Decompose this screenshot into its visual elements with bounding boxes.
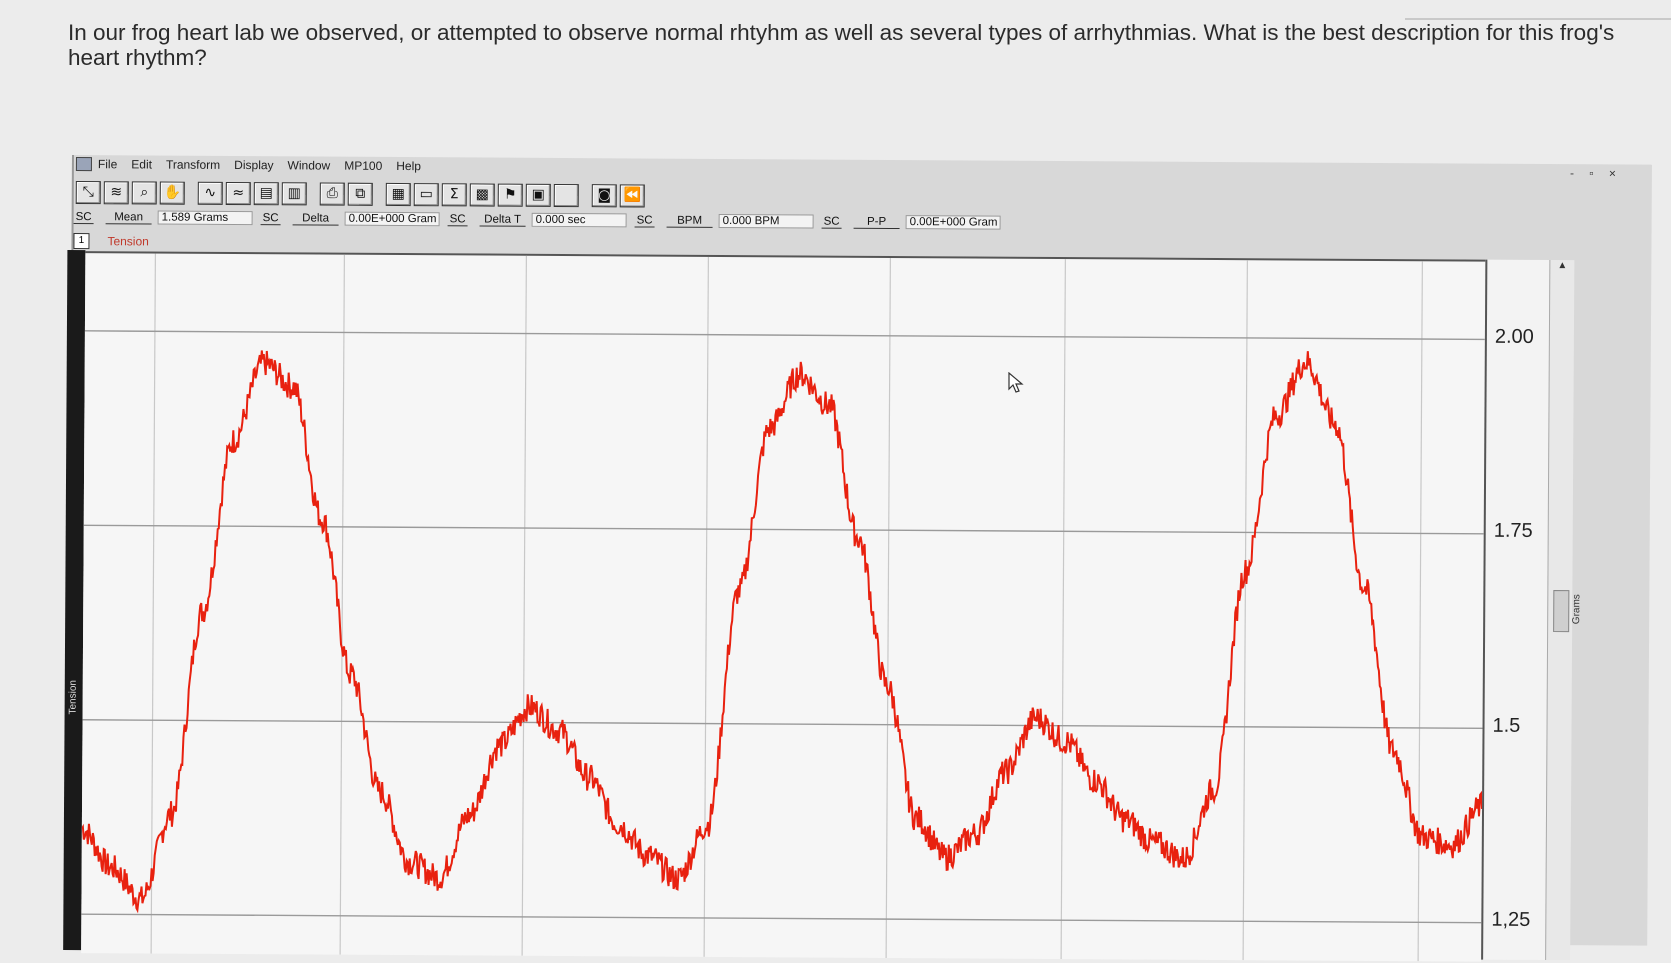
marker-icon[interactable]: ▭: [413, 182, 439, 206]
horizontal-gridline: [81, 913, 1482, 924]
measure-channel[interactable]: SC: [821, 215, 842, 229]
channel-strip-label: Tension: [67, 679, 79, 715]
measure-channel[interactable]: SC: [447, 212, 468, 226]
menu-display[interactable]: Display: [234, 158, 273, 172]
sum-icon[interactable]: Σ: [441, 182, 467, 206]
y-tick-label: 1.75: [1493, 519, 1533, 543]
vertical-gridlines: [150, 253, 1423, 962]
y-tick-label: 1,25: [1491, 908, 1531, 932]
units-label: Grams: [1571, 594, 1583, 625]
copy-icon[interactable]: ⧉: [347, 182, 373, 206]
rewind-icon[interactable]: ⏪: [619, 183, 645, 207]
journal-icon[interactable]: ▣: [525, 183, 551, 207]
camera-icon[interactable]: ◙: [591, 183, 617, 207]
menu-mp100[interactable]: MP100: [344, 159, 382, 173]
vertical-gridline: [1060, 259, 1066, 960]
y-tick-label: 2.00: [1494, 325, 1534, 348]
measure-value: 1.589 Grams: [157, 210, 253, 226]
measure-type[interactable]: BPM: [666, 214, 713, 228]
zoom-tool-icon[interactable]: ⌕: [131, 180, 157, 205]
toolbar: ⤡ ≋ ⌕ ✋ ∿ ≈ ▤ ▥ ⎙ ⧉ ▦ ▭ Σ ▩ ⚑ ▣ ◙ ⏪: [75, 179, 648, 208]
menu-edit[interactable]: Edit: [131, 157, 152, 171]
tension-waveform-line: [81, 350, 1484, 914]
menu-transform[interactable]: Transform: [166, 158, 220, 172]
print-icon[interactable]: ⎙: [319, 182, 345, 206]
menu-window[interactable]: Window: [288, 158, 331, 172]
top-divider: [1405, 0, 1671, 20]
autoscale-horizontal-icon[interactable]: ∿: [197, 181, 223, 205]
horizontal-gridline: [83, 524, 1484, 535]
vertical-gridline: [1417, 261, 1423, 962]
menu-help[interactable]: Help: [396, 159, 421, 173]
horizontal-gridline: [82, 719, 1483, 729]
measure-channel[interactable]: SC: [73, 210, 94, 224]
overlap-icon[interactable]: ▤: [253, 181, 279, 205]
table-icon[interactable]: ▩: [469, 182, 495, 207]
vertical-scrollbar[interactable]: ▲: [1545, 260, 1575, 961]
grid-icon[interactable]: ▦: [385, 182, 411, 206]
vertical-gridline: [339, 254, 345, 955]
scroll-thumb[interactable]: [1553, 590, 1570, 633]
hand-tool-icon[interactable]: ✋: [159, 181, 185, 205]
autoscale-waveform-icon[interactable]: ≈: [225, 181, 251, 205]
blank-icon[interactable]: [553, 183, 579, 207]
vertical-gridline: [703, 256, 709, 957]
scroll-up-icon[interactable]: ▲: [1550, 260, 1574, 276]
measure-type[interactable]: Delta: [292, 211, 339, 226]
plot-area[interactable]: [81, 251, 1486, 962]
measure-value: 0.00E+000 Gram: [344, 211, 440, 227]
measure-type[interactable]: Delta T: [479, 212, 526, 227]
measure-type[interactable]: P-P: [853, 215, 900, 229]
app-icon: [75, 157, 92, 172]
menu-file[interactable]: File: [98, 157, 117, 171]
ibeam-tool-icon[interactable]: ≋: [103, 180, 129, 204]
menu-bar: File Edit Transform Display Window MP100…: [74, 155, 1652, 183]
measure-channel[interactable]: SC: [634, 213, 655, 228]
measure-type[interactable]: Mean: [105, 210, 152, 224]
measure-channel[interactable]: SC: [260, 211, 281, 225]
flag-icon[interactable]: ⚑: [497, 183, 523, 207]
channel-row: 1 Tension: [73, 233, 149, 250]
vertical-gridline: [1242, 260, 1248, 961]
y-tick-label: 1.5: [1492, 714, 1521, 737]
question-text: In our frog heart lab we observed, or at…: [68, 20, 1615, 70]
arrow-tool-icon[interactable]: ⤡: [75, 180, 101, 204]
y-axis: 2.00 1.75 1.5 1,25: [1481, 259, 1552, 961]
mouse-pointer-icon: [1008, 372, 1024, 393]
stack-icon[interactable]: ▥: [281, 181, 307, 205]
biopac-window: File Edit Transform Display Window MP100…: [63, 155, 1652, 962]
horizontal-gridline: [84, 330, 1485, 341]
measure-value: 0.000 BPM: [718, 213, 814, 229]
measure-value: 0.000 sec: [531, 212, 627, 228]
measure-value: 0.00E+000 Gram: [905, 215, 1001, 230]
channel-label: Tension: [107, 234, 149, 249]
tension-chart: [81, 253, 1485, 962]
vertical-gridline: [885, 257, 891, 958]
vertical-gridline: [521, 255, 527, 956]
measurement-bar: SC Mean 1.589 Grams SC Delta 0.00E+000 G…: [73, 207, 1009, 233]
window-controls[interactable]: - ▫ ×: [1570, 166, 1622, 180]
channel-number-box[interactable]: 1: [73, 233, 90, 250]
